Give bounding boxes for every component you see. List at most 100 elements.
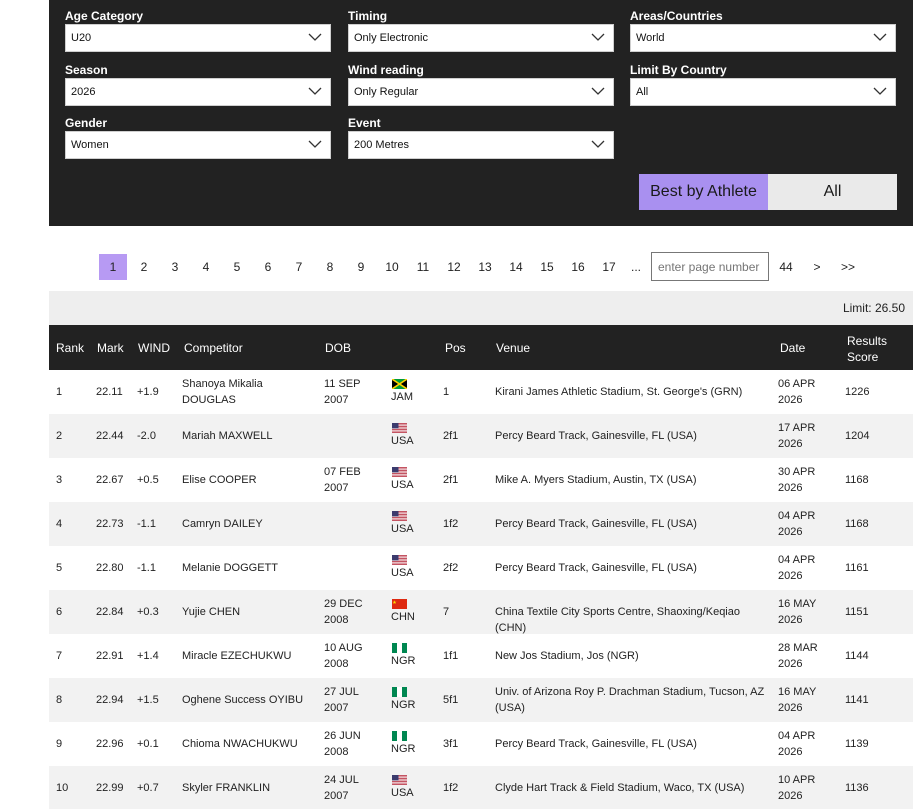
page-link[interactable]: 8: [316, 254, 344, 280]
limit-country-select[interactable]: All: [630, 78, 896, 106]
usa-flag-icon: [392, 467, 407, 477]
date-cell: 16 MAY 2026: [778, 596, 816, 628]
competitor-link-line-1: Camryn DAILEY: [182, 518, 263, 530]
nationality-code: NGR: [391, 699, 416, 711]
rank-cell: 10: [56, 782, 69, 794]
competitor-link: Oghene Success OYIBU: [182, 692, 317, 708]
limit-bar: Limit: 26.50: [49, 291, 913, 325]
table-row[interactable]: 1 22.11 +1.9 Shanoya Mikalia DOUGLAS 11 SEP 20…: [49, 370, 913, 414]
age-category-filter: Age Category U20: [49, 8, 331, 52]
competitor-link: Skyler FRANKLIN: [182, 780, 317, 796]
competitor-link: Yujie CHEN: [182, 604, 317, 620]
wind-select[interactable]: Only Regular: [348, 78, 614, 106]
pos-cell: 2f2: [443, 562, 459, 574]
event-filter: Event 200 Metres: [332, 115, 614, 159]
venue-cell: Percy Beard Track, Gainesville, FL (USA): [495, 560, 770, 576]
date-cell-line-2: 2026: [778, 526, 803, 538]
venue-cell: Kirani James Athletic Stadium, St. Georg…: [495, 384, 770, 400]
page-link[interactable]: 5: [223, 254, 251, 280]
areas-select[interactable]: World: [630, 24, 896, 52]
age-category-select[interactable]: U20: [65, 24, 331, 52]
dob-cell-line-1: 07 FEB: [324, 466, 361, 478]
table-row[interactable]: 8 22.94 +1.5 Oghene Success OYIBU 27 JUL 2007…: [49, 678, 913, 722]
page-link[interactable]: 3: [161, 254, 189, 280]
table-row[interactable]: 3 22.67 +0.5 Elise COOPER 07 FEB 2007 USA 2f1 Mi…: [49, 458, 913, 502]
wind-label: Wind reading: [348, 63, 424, 77]
table-row[interactable]: 7 22.91 +1.4 Miracle EZECHUKWU 10 AUG 2008 NGR…: [49, 634, 913, 678]
gender-label: Gender: [65, 116, 108, 130]
date-cell-line-1: 10 APR: [778, 774, 816, 786]
table-row[interactable]: 4 22.73 -1.1 Camryn DAILEY USA 1f2 Percy Beard…: [49, 502, 913, 546]
event-select[interactable]: 200 Metres: [348, 131, 614, 159]
table-row[interactable]: 5 22.80 -1.1 Melanie DOGGETT USA 2f2 Percy Bea…: [49, 546, 913, 590]
page-link[interactable]: 4: [192, 254, 220, 280]
page-link[interactable]: 11: [409, 254, 437, 280]
table-row[interactable]: 9 22.96 +0.1 Chioma NWACHUKWU 26 JUN 2008 NGR 3…: [49, 722, 913, 766]
page-link[interactable]: 16: [564, 254, 592, 280]
gender-filter: Gender Women: [49, 115, 331, 159]
venue-cell: China Textile City Sports Centre, Shaoxi…: [495, 604, 770, 636]
chevron-down-icon: [308, 87, 322, 95]
competitor-link: Melanie DOGGETT: [182, 560, 317, 576]
last-page-link[interactable]: 44: [772, 254, 800, 280]
wind-cell: -2.0: [137, 430, 156, 442]
pos-cell: 2f1: [443, 430, 459, 442]
wind-cell: +0.5: [137, 474, 159, 486]
pagination: 1 2 3 4 5 6 7 8 9 10 11 12 13 14 15 16 1…: [0, 252, 920, 281]
competitor-link-line-1: Melanie DOGGETT: [182, 562, 278, 574]
page-link[interactable]: 15: [533, 254, 561, 280]
page-link[interactable]: 12: [440, 254, 468, 280]
rank-cell: 7: [56, 650, 63, 662]
dob-cell-line-1: 10 AUG: [324, 642, 363, 654]
page-link[interactable]: 2: [130, 254, 158, 280]
page-number-input[interactable]: [651, 252, 769, 281]
venue-cell: Clyde Hart Track & Field Stadium, Waco, …: [495, 780, 770, 796]
timing-select[interactable]: Only Electronic: [348, 24, 614, 52]
venue-cell: Percy Beard Track, Gainesville, FL (USA): [495, 428, 770, 444]
page-link[interactable]: 17: [595, 254, 623, 280]
table-row[interactable]: 10 22.99 +0.7 Skyler FRANKLIN 24 JUL 2007 USA 1…: [49, 766, 913, 809]
dob-cell: 27 JUL 2007: [324, 684, 359, 716]
pos-cell: 1f1: [443, 650, 459, 662]
wind-cell: +1.9: [137, 386, 159, 398]
mark-cell: 22.11: [96, 386, 123, 398]
usa-flag-icon: [392, 511, 407, 521]
mark-cell: 22.91: [96, 650, 124, 662]
table-row[interactable]: 6 22.84 +0.3 Yujie CHEN 29 DEC 2008 CHN 7 China …: [49, 590, 913, 634]
page-link[interactable]: 6: [254, 254, 282, 280]
column-pos: Pos: [445, 341, 466, 355]
dob-cell-line-1: 29 DEC: [324, 598, 363, 610]
gender-select[interactable]: Women: [65, 131, 331, 159]
page-link[interactable]: 14: [502, 254, 530, 280]
page-link[interactable]: 13: [471, 254, 499, 280]
dob-cell: 29 DEC 2008: [324, 596, 363, 628]
season-select[interactable]: 2026: [65, 78, 331, 106]
score-cell: 1144: [845, 650, 869, 662]
competitor-link: Miracle EZECHUKWU: [182, 648, 317, 664]
nationality-code: USA: [391, 435, 414, 447]
next-page-link[interactable]: >: [803, 254, 831, 280]
best-by-athlete-button[interactable]: Best by Athlete: [639, 174, 768, 210]
page-link[interactable]: 7: [285, 254, 313, 280]
page-link[interactable]: 10: [378, 254, 406, 280]
page-link[interactable]: 1: [99, 254, 127, 280]
page-link[interactable]: 9: [347, 254, 375, 280]
dob-cell-line-2: 2007: [324, 790, 349, 802]
date-cell-line-1: 04 APR: [778, 510, 816, 522]
competitor-link-line-1: Miracle EZECHUKWU: [182, 650, 292, 662]
dob-cell-line-1: 26 JUN: [324, 730, 361, 742]
results-mode-toggle: Best by Athlete All: [639, 174, 897, 210]
venue-cell-line-1: Percy Beard Track, Gainesville, FL (USA): [495, 738, 697, 750]
table-row[interactable]: 2 22.44 -2.0 Mariah MAXWELL USA 2f1 Percy Bear…: [49, 414, 913, 458]
limit-country-value: All: [636, 86, 649, 98]
season-filter: Season 2026: [49, 62, 331, 106]
column-wind: WIND: [138, 341, 170, 355]
date-cell-line-1: 17 APR: [778, 422, 816, 434]
all-results-button[interactable]: All: [768, 174, 897, 210]
wind-cell: +1.5: [137, 694, 159, 706]
date-cell: 04 APR 2026: [778, 508, 815, 540]
rank-cell: 6: [56, 606, 63, 618]
pos-cell: 5f1: [443, 694, 459, 706]
end-page-link[interactable]: >>: [834, 254, 862, 280]
date-cell: 06 APR 2026: [778, 376, 815, 408]
